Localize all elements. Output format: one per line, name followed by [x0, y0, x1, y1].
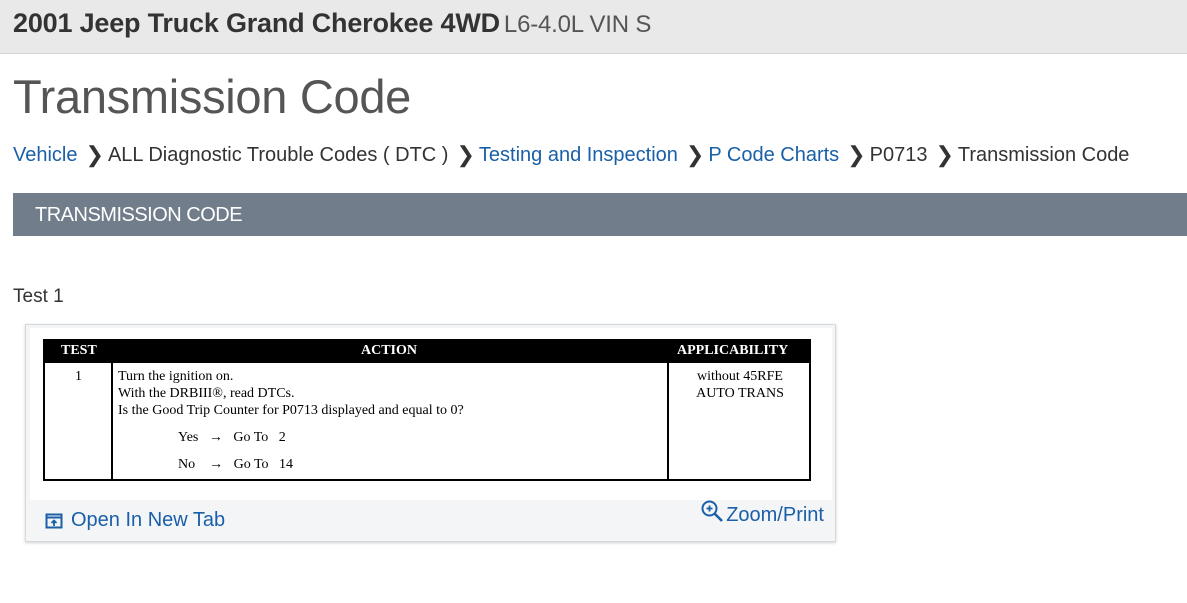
open-new-tab-icon: [45, 512, 63, 530]
action-line: With the DRBIII®, read DTCs.: [118, 386, 295, 401]
column-divider: [111, 363, 113, 479]
zoom-print-label: Zoom/Print: [726, 504, 824, 526]
page-title: Transmission Code: [13, 70, 412, 123]
open-in-new-tab-link[interactable]: Open In New Tab: [45, 509, 225, 532]
chevron-right-icon: ❯: [847, 142, 866, 167]
no-branch: No → Go To 14: [178, 456, 293, 473]
engine-spec: L6-4.0L VIN S: [503, 11, 652, 38]
arrow-icon: →: [209, 457, 224, 472]
breadcrumb-p-code-charts[interactable]: P Code Charts: [708, 144, 839, 167]
header-action: ACTION: [361, 343, 418, 358]
figure-card: TEST ACTION APPLICABILITY 1 Turn the ign…: [25, 324, 836, 542]
chevron-right-icon: ❯: [935, 142, 954, 167]
header-applicability: APPLICABILITY: [677, 343, 789, 358]
test-chart-image[interactable]: TEST ACTION APPLICABILITY 1 Turn the ign…: [30, 328, 832, 500]
breadcrumb-p0713: P0713: [869, 143, 928, 166]
table-header-row: TEST ACTION APPLICABILITY: [45, 341, 809, 363]
cell-test-number: 1: [75, 369, 82, 384]
no-goto: Go To 14: [233, 457, 294, 472]
applicability-line: AUTO TRANS: [696, 386, 784, 401]
breadcrumb: Vehicle ❯ ALL Diagnostic Trouble Codes (…: [13, 142, 1129, 168]
test-label: Test 1: [13, 286, 64, 307]
vehicle-header-bar: 2001 Jeep Truck Grand Cherokee 4WD L6-4.0…: [0, 0, 1187, 54]
vehicle-name: 2001 Jeep Truck Grand Cherokee 4WD: [13, 8, 500, 38]
applicability-line: without 45RFE: [697, 369, 783, 384]
chevron-right-icon: ❯: [456, 142, 475, 167]
breadcrumb-vehicle[interactable]: Vehicle: [13, 144, 78, 167]
header-test: TEST: [61, 343, 97, 358]
section-title: TRANSMISSION CODE: [35, 204, 243, 226]
zoom-print-link[interactable]: Zoom/Print: [700, 500, 824, 527]
yes-goto: Go To 2: [233, 430, 286, 445]
chevron-right-icon: ❯: [85, 142, 104, 167]
section-header: TRANSMISSION CODE: [13, 193, 1187, 236]
dtc-test-table: TEST ACTION APPLICABILITY 1 Turn the ign…: [43, 339, 811, 481]
open-in-new-tab-label: Open In New Tab: [71, 509, 226, 531]
breadcrumb-all-dtc: ALL Diagnostic Trouble Codes ( DTC ): [107, 143, 449, 166]
cell-action: Turn the ignition on. With the DRBIII®, …: [118, 368, 464, 419]
no-label: No: [178, 457, 196, 472]
arrow-icon: →: [208, 430, 223, 445]
breadcrumb-testing-inspection[interactable]: Testing and Inspection: [479, 144, 678, 167]
action-line: Turn the ignition on.: [118, 369, 234, 384]
vehicle-title: 2001 Jeep Truck Grand Cherokee 4WD L6-4.0…: [13, 8, 651, 39]
chevron-right-icon: ❯: [685, 142, 705, 167]
cell-applicability: without 45RFE AUTO TRANS: [671, 368, 809, 402]
yes-branch: Yes → Go To 2: [178, 429, 286, 446]
action-line: Is the Good Trip Counter for P0713 displ…: [118, 403, 464, 418]
breadcrumb-current: Transmission Code: [957, 143, 1130, 166]
figure-footer: Open In New Tab Zoom/Print: [27, 500, 834, 539]
column-divider: [667, 363, 669, 479]
yes-label: Yes: [178, 430, 199, 445]
zoom-in-icon: [700, 499, 724, 523]
